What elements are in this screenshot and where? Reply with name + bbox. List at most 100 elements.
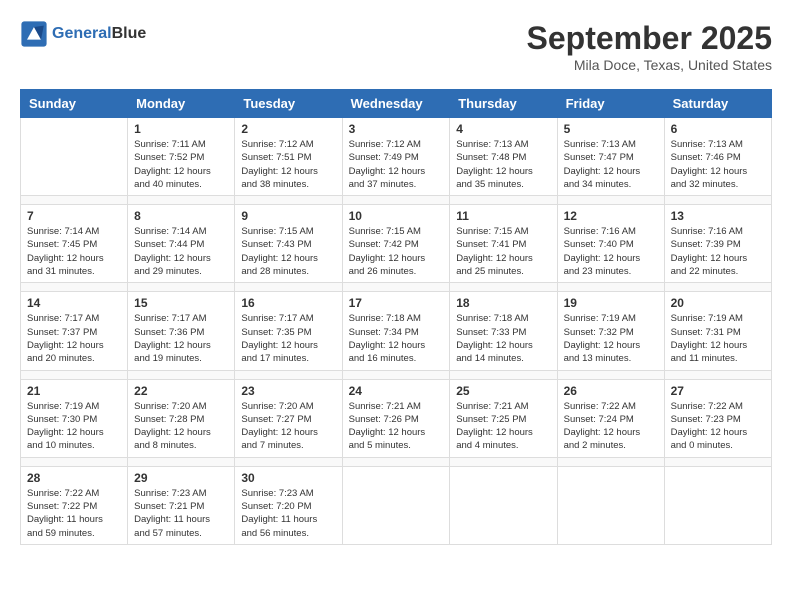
title-block: September 2025 Mila Doce, Texas, United … <box>527 20 772 73</box>
calendar-day-cell: 26 Sunrise: 7:22 AM Sunset: 7:24 PM Dayli… <box>557 379 664 457</box>
day-number: 22 <box>134 384 228 398</box>
day-number: 28 <box>27 471 121 485</box>
calendar-day-cell: 11 Sunrise: 7:15 AM Sunset: 7:41 PM Dayli… <box>450 205 557 283</box>
day-info: Sunrise: 7:16 AM Sunset: 7:39 PM Dayligh… <box>671 225 765 278</box>
calendar-day-cell: 6 Sunrise: 7:13 AM Sunset: 7:46 PM Daylig… <box>664 118 771 196</box>
day-info: Sunrise: 7:13 AM Sunset: 7:47 PM Dayligh… <box>564 138 658 191</box>
calendar-day-cell: 9 Sunrise: 7:15 AM Sunset: 7:43 PM Daylig… <box>235 205 342 283</box>
calendar-day-cell: 29 Sunrise: 7:23 AM Sunset: 7:21 PM Dayli… <box>128 466 235 544</box>
calendar-day-cell: 24 Sunrise: 7:21 AM Sunset: 7:26 PM Dayli… <box>342 379 450 457</box>
calendar-day-cell: 3Sunrise: 7:12 AM Sunset: 7:49 PM Daylig… <box>342 118 450 196</box>
calendar-week-row: 28 Sunrise: 7:22 AM Sunset: 7:22 PM Dayli… <box>21 466 772 544</box>
logo-icon <box>20 20 48 48</box>
calendar-day-cell: 27 Sunrise: 7:22 AM Sunset: 7:23 PM Dayli… <box>664 379 771 457</box>
day-number: 5 <box>564 122 658 136</box>
day-number: 30 <box>241 471 335 485</box>
day-number: 3 <box>349 122 444 136</box>
day-info: Sunrise: 7:22 AM Sunset: 7:24 PM Dayligh… <box>564 400 658 453</box>
day-info: Sunrise: 7:23 AM Sunset: 7:21 PM Dayligh… <box>134 487 228 540</box>
day-number: 29 <box>134 471 228 485</box>
day-number: 10 <box>349 209 444 223</box>
page-header: GeneralBlue September 2025 Mila Doce, Te… <box>20 20 772 73</box>
calendar-day-cell: 8Sunrise: 7:14 AM Sunset: 7:44 PM Daylig… <box>128 205 235 283</box>
location: Mila Doce, Texas, United States <box>527 57 772 73</box>
day-number: 20 <box>671 296 765 310</box>
weekday-header: Monday <box>128 90 235 118</box>
day-info: Sunrise: 7:21 AM Sunset: 7:25 PM Dayligh… <box>456 400 550 453</box>
day-number: 1 <box>134 122 228 136</box>
day-number: 7 <box>27 209 121 223</box>
calendar-day-cell: 23 Sunrise: 7:20 AM Sunset: 7:27 PM Dayli… <box>235 379 342 457</box>
day-info: Sunrise: 7:18 AM Sunset: 7:33 PM Dayligh… <box>456 312 550 365</box>
day-info: Sunrise: 7:20 AM Sunset: 7:28 PM Dayligh… <box>134 400 228 453</box>
calendar-table: SundayMondayTuesdayWednesdayThursdayFrid… <box>20 89 772 545</box>
day-number: 9 <box>241 209 335 223</box>
logo-text: GeneralBlue <box>52 25 146 43</box>
calendar-day-cell: 7 Sunrise: 7:14 AM Sunset: 7:45 PM Daylig… <box>21 205 128 283</box>
calendar-day-cell: 19 Sunrise: 7:19 AM Sunset: 7:32 PM Dayli… <box>557 292 664 370</box>
day-info: Sunrise: 7:13 AM Sunset: 7:48 PM Dayligh… <box>456 138 550 191</box>
day-number: 4 <box>456 122 550 136</box>
weekday-header: Tuesday <box>235 90 342 118</box>
day-number: 17 <box>349 296 444 310</box>
day-info: Sunrise: 7:14 AM Sunset: 7:45 PM Dayligh… <box>27 225 121 278</box>
week-separator <box>21 370 772 379</box>
day-info: Sunrise: 7:15 AM Sunset: 7:43 PM Dayligh… <box>241 225 335 278</box>
day-info: Sunrise: 7:19 AM Sunset: 7:32 PM Dayligh… <box>564 312 658 365</box>
day-number: 13 <box>671 209 765 223</box>
calendar-day-cell <box>21 118 128 196</box>
weekday-header: Sunday <box>21 90 128 118</box>
calendar-day-cell: 18 Sunrise: 7:18 AM Sunset: 7:33 PM Dayli… <box>450 292 557 370</box>
day-info: Sunrise: 7:12 AM Sunset: 7:51 PM Dayligh… <box>241 138 335 191</box>
day-number: 11 <box>456 209 550 223</box>
day-info: Sunrise: 7:17 AM Sunset: 7:35 PM Dayligh… <box>241 312 335 365</box>
calendar-day-cell: 1 Sunrise: 7:11 AM Sunset: 7:52 PM Daylig… <box>128 118 235 196</box>
week-separator <box>21 196 772 205</box>
calendar-day-cell: 22 Sunrise: 7:20 AM Sunset: 7:28 PM Dayli… <box>128 379 235 457</box>
day-number: 16 <box>241 296 335 310</box>
month-title: September 2025 <box>527 20 772 57</box>
day-number: 24 <box>349 384 444 398</box>
calendar-day-cell: 28 Sunrise: 7:22 AM Sunset: 7:22 PM Dayli… <box>21 466 128 544</box>
calendar-day-cell <box>342 466 450 544</box>
day-info: Sunrise: 7:22 AM Sunset: 7:22 PM Dayligh… <box>27 487 121 540</box>
day-number: 27 <box>671 384 765 398</box>
calendar-day-cell: 14Sunrise: 7:17 AM Sunset: 7:37 PM Dayli… <box>21 292 128 370</box>
day-info: Sunrise: 7:18 AM Sunset: 7:34 PM Dayligh… <box>349 312 444 365</box>
calendar-week-row: 7 Sunrise: 7:14 AM Sunset: 7:45 PM Daylig… <box>21 205 772 283</box>
calendar-day-cell: 21 Sunrise: 7:19 AM Sunset: 7:30 PM Dayli… <box>21 379 128 457</box>
calendar-day-cell: 10 Sunrise: 7:15 AM Sunset: 7:42 PM Dayli… <box>342 205 450 283</box>
day-info: Sunrise: 7:22 AM Sunset: 7:23 PM Dayligh… <box>671 400 765 453</box>
day-number: 15 <box>134 296 228 310</box>
day-number: 19 <box>564 296 658 310</box>
day-info: Sunrise: 7:15 AM Sunset: 7:41 PM Dayligh… <box>456 225 550 278</box>
calendar-header-row: SundayMondayTuesdayWednesdayThursdayFrid… <box>21 90 772 118</box>
calendar-week-row: 21 Sunrise: 7:19 AM Sunset: 7:30 PM Dayli… <box>21 379 772 457</box>
day-number: 18 <box>456 296 550 310</box>
day-info: Sunrise: 7:17 AM Sunset: 7:36 PM Dayligh… <box>134 312 228 365</box>
day-number: 23 <box>241 384 335 398</box>
weekday-header: Wednesday <box>342 90 450 118</box>
calendar-day-cell <box>450 466 557 544</box>
day-info: Sunrise: 7:13 AM Sunset: 7:46 PM Dayligh… <box>671 138 765 191</box>
day-info: Sunrise: 7:11 AM Sunset: 7:52 PM Dayligh… <box>134 138 228 191</box>
day-info: Sunrise: 7:21 AM Sunset: 7:26 PM Dayligh… <box>349 400 444 453</box>
day-number: 2 <box>241 122 335 136</box>
day-info: Sunrise: 7:19 AM Sunset: 7:31 PM Dayligh… <box>671 312 765 365</box>
day-info: Sunrise: 7:19 AM Sunset: 7:30 PM Dayligh… <box>27 400 121 453</box>
day-number: 26 <box>564 384 658 398</box>
weekday-header: Saturday <box>664 90 771 118</box>
calendar-day-cell: 30Sunrise: 7:23 AM Sunset: 7:20 PM Dayli… <box>235 466 342 544</box>
day-number: 21 <box>27 384 121 398</box>
day-info: Sunrise: 7:17 AM Sunset: 7:37 PM Dayligh… <box>27 312 121 365</box>
week-separator <box>21 283 772 292</box>
day-info: Sunrise: 7:15 AM Sunset: 7:42 PM Dayligh… <box>349 225 444 278</box>
day-info: Sunrise: 7:16 AM Sunset: 7:40 PM Dayligh… <box>564 225 658 278</box>
calendar-day-cell: 17 Sunrise: 7:18 AM Sunset: 7:34 PM Dayli… <box>342 292 450 370</box>
week-separator <box>21 457 772 466</box>
day-info: Sunrise: 7:20 AM Sunset: 7:27 PM Dayligh… <box>241 400 335 453</box>
calendar-day-cell: 20 Sunrise: 7:19 AM Sunset: 7:31 PM Dayli… <box>664 292 771 370</box>
calendar-week-row: 14Sunrise: 7:17 AM Sunset: 7:37 PM Dayli… <box>21 292 772 370</box>
day-number: 12 <box>564 209 658 223</box>
day-number: 6 <box>671 122 765 136</box>
